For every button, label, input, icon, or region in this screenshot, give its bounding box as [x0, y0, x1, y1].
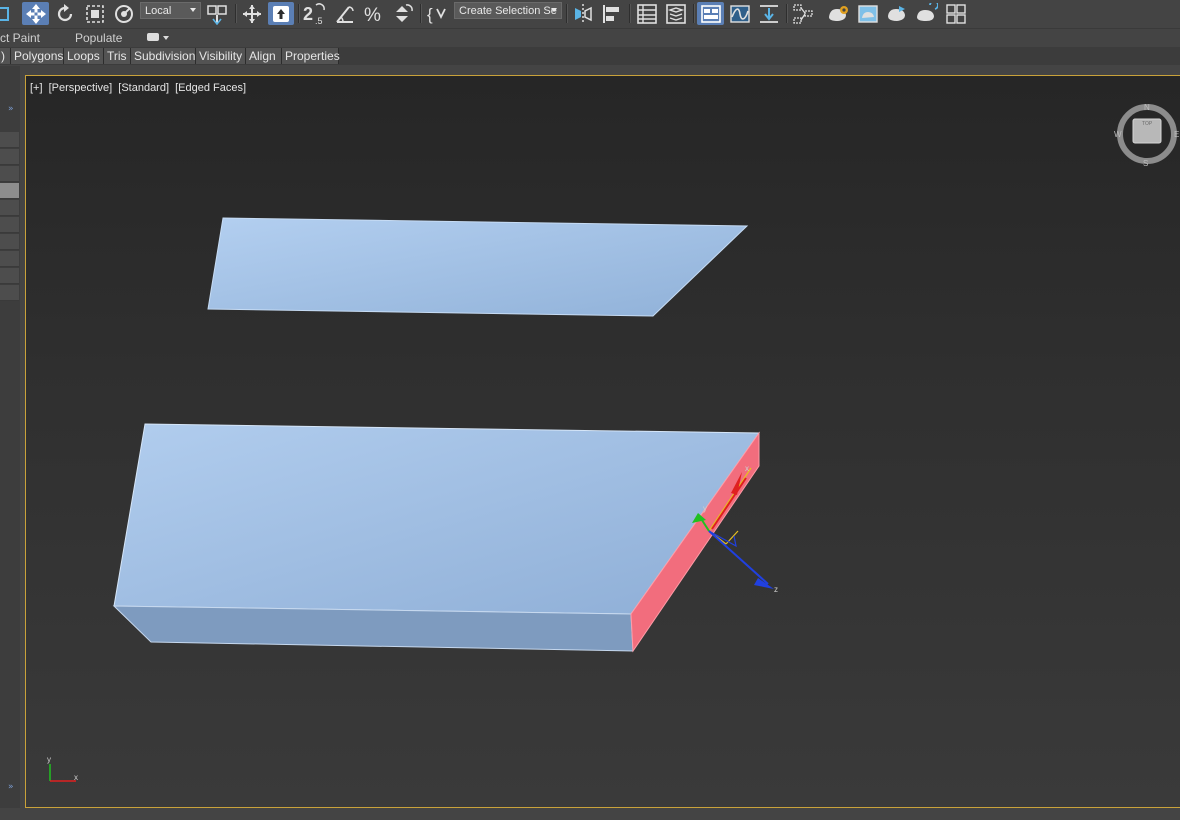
box-object[interactable]: [112, 423, 760, 653]
chevron-down-icon: [551, 8, 557, 12]
side-panel-button-active[interactable]: [0, 183, 19, 199]
ribbon-panel-tabs: ) Polygons Loops Tris Subdivision Visibi…: [0, 47, 1180, 65]
tab-edit[interactable]: ): [0, 48, 11, 64]
expand-chevron-icon[interactable]: »: [8, 104, 14, 114]
toolbar-separator: [235, 4, 237, 23]
spinner-snap-icon[interactable]: [390, 2, 416, 25]
side-panel-button[interactable]: [0, 217, 19, 233]
ribbon-display-toggle-icon[interactable]: [147, 33, 159, 41]
axis-x-label: x: [74, 773, 78, 782]
toolbar-separator: [693, 4, 695, 23]
render-iterative-icon[interactable]: [913, 2, 939, 25]
expand-chevron-icon[interactable]: »: [8, 782, 14, 792]
side-panel-button[interactable]: [0, 234, 19, 250]
tab-polygons[interactable]: Polygons: [11, 48, 64, 64]
layer-explorer-icon[interactable]: [663, 2, 689, 25]
command-panel-strip: » »: [0, 66, 20, 820]
rendered-frame-window-icon[interactable]: [855, 2, 881, 25]
toolbar-separator: [629, 4, 631, 23]
tab-visibility[interactable]: Visibility: [196, 48, 246, 64]
compass-west: W: [1114, 130, 1122, 139]
gizmo-z-axis[interactable]: [708, 530, 769, 585]
select-manipulate-icon[interactable]: [239, 2, 264, 25]
chevron-down-icon[interactable]: [163, 36, 169, 40]
viewcube[interactable]: TOP N S W E: [1114, 103, 1179, 168]
gizmo-x-label: x: [745, 464, 749, 473]
gizmo-y-label: y: [703, 504, 707, 513]
viewport-scene: y z x TOP N S W E y x: [47, 103, 1179, 782]
toolbar-separator: [420, 4, 422, 23]
rotate-icon[interactable]: [53, 2, 77, 25]
scale-icon[interactable]: [82, 2, 108, 25]
ribbon-item-populate[interactable]: Populate: [75, 31, 122, 45]
side-panel-button[interactable]: [0, 132, 19, 148]
chevron-down-icon: [190, 8, 196, 12]
use-pivot-icon[interactable]: [203, 2, 231, 25]
render-production-icon[interactable]: [884, 2, 910, 25]
keyboard-shortcut-override-icon[interactable]: [268, 2, 294, 25]
tab-tris[interactable]: Tris: [104, 48, 131, 64]
snap-toggle-icon[interactable]: 2.5: [302, 2, 328, 25]
status-bar-edge: [0, 808, 1180, 820]
mirror-icon[interactable]: [570, 2, 596, 25]
viewcube-top-label: TOP: [1142, 121, 1153, 127]
named-selection-sets-value: Create Selection Se: [459, 4, 557, 17]
reference-coordinate-system-dropdown[interactable]: Local: [140, 2, 201, 19]
svg-text:{: {: [427, 5, 433, 24]
perspective-viewport[interactable]: [+] [Perspective] [Standard] [Edged Face…: [25, 75, 1180, 808]
grid-toggle-icon[interactable]: [943, 2, 969, 25]
ribbon-item-object-paint[interactable]: ct Paint: [0, 31, 40, 45]
material-editor-icon[interactable]: [790, 2, 816, 25]
tab-loops[interactable]: Loops: [64, 48, 104, 64]
svg-text:.5: .5: [315, 16, 323, 25]
toolbar-separator: [786, 4, 788, 23]
ribbon-secondary-row: ct Paint Populate: [0, 29, 1180, 46]
side-panel-button[interactable]: [0, 166, 19, 182]
edit-named-selection-icon[interactable]: {: [424, 2, 450, 25]
tab-properties[interactable]: Properties: [282, 48, 340, 64]
side-panel-button[interactable]: [0, 251, 19, 267]
compass-south: S: [1143, 159, 1148, 168]
curve-editor-icon[interactable]: [727, 2, 753, 25]
box-front-face[interactable]: [112, 605, 634, 652]
svg-text:%: %: [364, 5, 381, 25]
toolbar-separator: [298, 4, 300, 23]
toolbar-separator: [566, 4, 568, 23]
move-icon[interactable]: [22, 2, 49, 25]
compass-east: E: [1174, 130, 1179, 139]
angle-snap-icon[interactable]: [332, 2, 358, 25]
reference-coordinate-system-value: Local: [145, 4, 172, 17]
align-icon[interactable]: [599, 2, 625, 25]
tab-subdivision[interactable]: Subdivision: [131, 48, 196, 64]
side-panel-button[interactable]: [0, 200, 19, 216]
tab-align[interactable]: Align: [246, 48, 282, 64]
axis-y-label: y: [47, 755, 51, 764]
svg-text:2: 2: [303, 4, 313, 24]
render-setup-icon[interactable]: [825, 2, 851, 25]
schematic-view-icon[interactable]: [756, 2, 782, 25]
scene-explorer-icon[interactable]: [634, 2, 660, 25]
main-toolbar: Local 2.5 % { Create Selection Se: [0, 0, 1180, 29]
select-place-icon[interactable]: [111, 2, 137, 25]
gizmo-z-label: z: [774, 585, 778, 594]
side-panel-button[interactable]: [0, 268, 19, 284]
side-panel-button[interactable]: [0, 149, 19, 165]
ribbon-toggle-icon[interactable]: [697, 2, 724, 25]
side-panel-button[interactable]: [0, 285, 19, 301]
percent-snap-icon[interactable]: %: [361, 2, 387, 25]
compass-north: N: [1144, 103, 1150, 112]
world-axis-tripod: y x: [47, 755, 78, 782]
select-object-icon[interactable]: [0, 2, 14, 25]
plane-object[interactable]: [207, 217, 749, 317]
named-selection-sets-dropdown[interactable]: Create Selection Se: [454, 2, 562, 19]
